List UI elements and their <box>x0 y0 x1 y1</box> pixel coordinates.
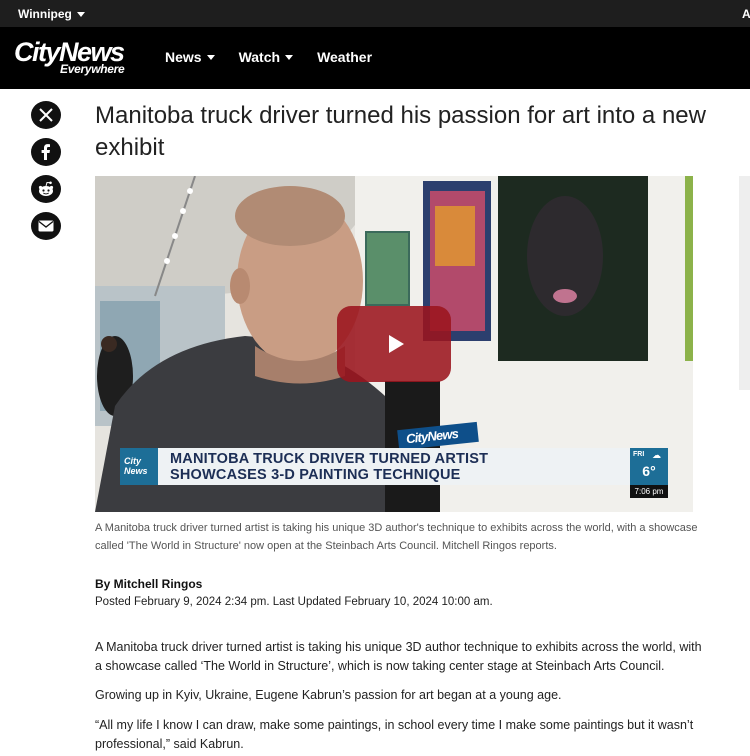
article-paragraph: A Manitoba truck driver turned artist is… <box>95 640 702 673</box>
news-chyron: City News MANITOBA TRUCK DRIVER TURNED A… <box>120 448 668 498</box>
byline: By Mitchell Ringos <box>95 577 203 591</box>
chyron-line-2: SHOWCASES 3-D PAINTING TECHNIQUE <box>170 467 461 483</box>
chyron-time: 7:06 pm <box>630 485 668 498</box>
location-label: Winnipeg <box>18 7 72 21</box>
email-icon <box>38 220 54 232</box>
chevron-down-icon <box>285 55 294 60</box>
account-link[interactable]: A <box>742 7 750 21</box>
nav-item-label: Weather <box>317 49 373 65</box>
article-paragraph: Growing up in Kyiv, Ukraine, Eugene Kabr… <box>95 688 562 702</box>
play-button[interactable] <box>337 306 451 382</box>
main-nav: News Watch Weather <box>165 49 372 65</box>
logo-sub-text: Everywhere <box>60 62 125 76</box>
share-x-button[interactable] <box>31 101 61 129</box>
share-facebook-button[interactable] <box>31 138 61 166</box>
nav-item-label: News <box>165 49 202 65</box>
facebook-icon <box>41 144 50 160</box>
share-bar <box>31 101 61 240</box>
cloud-icon: ☁ <box>652 450 661 460</box>
chevron-down-icon <box>76 12 85 17</box>
video-player[interactable]: CityNews City News MANITOBA TRUCK DRIVER… <box>95 176 693 512</box>
location-bar: Winnipeg A <box>0 0 750 27</box>
share-reddit-button[interactable] <box>31 175 61 203</box>
play-icon <box>388 335 404 353</box>
chyron-weather: FRI ☁ 6° <box>630 448 668 485</box>
publish-dates: Posted February 9, 2024 2:34 pm. Last Up… <box>95 596 493 608</box>
weather-temp: 6° <box>642 463 656 479</box>
nav-item-news[interactable]: News <box>165 49 215 65</box>
location-selector[interactable]: Winnipeg <box>18 7 85 21</box>
article-paragraph: “All my life I know I can draw, make som… <box>95 718 694 751</box>
reddit-icon <box>38 181 54 196</box>
site-header: CityNews Everywhere News Watch Weather <box>0 27 750 89</box>
share-email-button[interactable] <box>31 212 61 240</box>
chyron-logo-line1: City <box>124 456 142 466</box>
x-icon <box>39 108 53 122</box>
nav-item-label: Watch <box>238 49 281 65</box>
nav-item-weather[interactable]: Weather <box>317 49 372 65</box>
chyron-logo: City News <box>120 448 158 485</box>
video-caption: A Manitoba truck driver turned artist is… <box>95 522 698 552</box>
chyron-logo-line2: News <box>124 466 148 476</box>
article-title: Manitoba truck driver turned his passion… <box>95 102 706 161</box>
nav-item-watch[interactable]: Watch <box>238 49 294 65</box>
weather-day: FRI <box>633 451 645 458</box>
chevron-down-icon <box>206 55 215 60</box>
scrollbar[interactable] <box>739 176 750 390</box>
chyron-line-1: MANITOBA TRUCK DRIVER TURNED ARTIST <box>170 451 489 467</box>
chyron-headline: MANITOBA TRUCK DRIVER TURNED ARTIST SHOW… <box>158 448 630 485</box>
citynews-logo[interactable]: CityNews Everywhere <box>14 38 146 78</box>
